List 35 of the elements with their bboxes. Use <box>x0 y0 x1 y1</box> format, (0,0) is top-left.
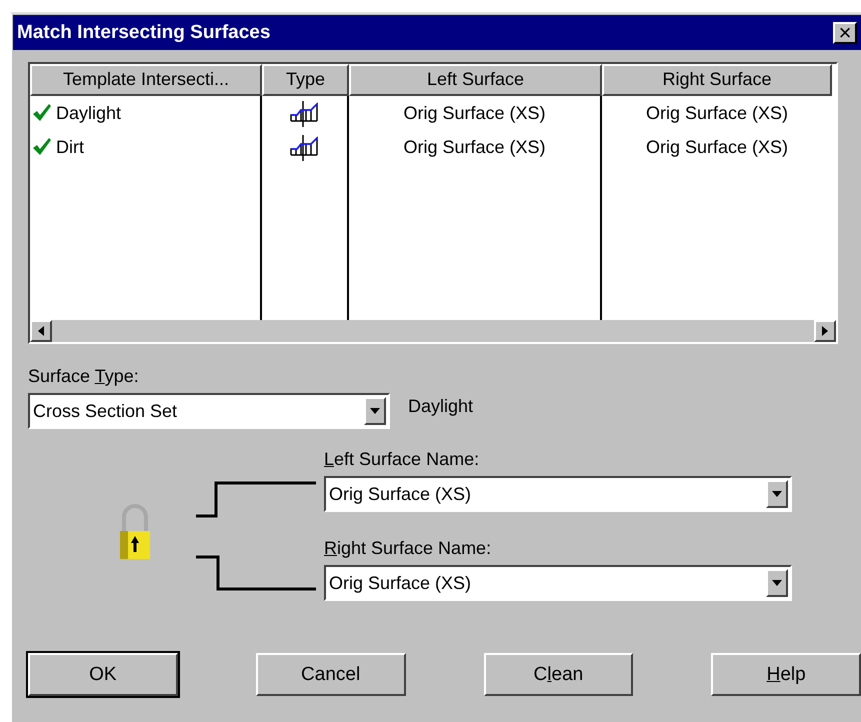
table-cell: Orig Surface (XS) <box>349 96 602 130</box>
template-label: Daylight <box>408 396 474 416</box>
table-cell: Orig Surface (XS) <box>349 130 602 164</box>
caret-icon <box>772 580 782 586</box>
column-header[interactable]: Right Surface <box>602 64 832 96</box>
template-name: Daylight <box>56 102 122 124</box>
caret-icon <box>370 408 380 414</box>
table-cell-text: Orig Surface (XS) <box>644 136 790 159</box>
dropdown-button[interactable] <box>766 480 788 508</box>
caret-icon <box>772 491 782 497</box>
right-arrow-icon <box>822 326 828 336</box>
scroll-right-button[interactable] <box>814 320 836 342</box>
dialog-button[interactable]: Help <box>711 653 861 696</box>
window-title: Match Intersecting Surfaces <box>17 22 270 44</box>
dialog-button[interactable]: Cancel <box>256 653 406 696</box>
left-surface-dropdown[interactable]: Orig Surface (XS) <box>324 476 792 512</box>
right-surface-dropdown[interactable]: Orig Surface (XS) <box>324 565 792 601</box>
left-arrow-icon <box>38 326 44 336</box>
dialog-button[interactable]: Clean <box>484 653 634 696</box>
padlock-icon <box>118 503 152 561</box>
template-name: Dirt <box>56 136 84 158</box>
scroll-left-button[interactable] <box>30 320 52 342</box>
column-header[interactable]: Type <box>262 64 349 96</box>
table-cell-text: Orig Surface (XS) <box>644 102 790 125</box>
column-header[interactable]: Left Surface <box>349 64 602 96</box>
dropdown-button[interactable] <box>766 569 788 597</box>
surface-type-dropdown[interactable]: Cross Section Set <box>28 393 390 429</box>
column-header[interactable]: Template Intersecti... <box>30 64 262 96</box>
dialog-button[interactable]: OK <box>28 653 178 696</box>
field-label: Left Surface Name: <box>324 449 480 470</box>
field-label: Surface Type: <box>28 366 140 387</box>
horizontal-scrollbar[interactable] <box>30 320 836 342</box>
dropdown-button[interactable] <box>364 397 386 425</box>
close-button[interactable]: × <box>833 22 857 44</box>
field-label: Right Surface Name: <box>324 538 492 559</box>
